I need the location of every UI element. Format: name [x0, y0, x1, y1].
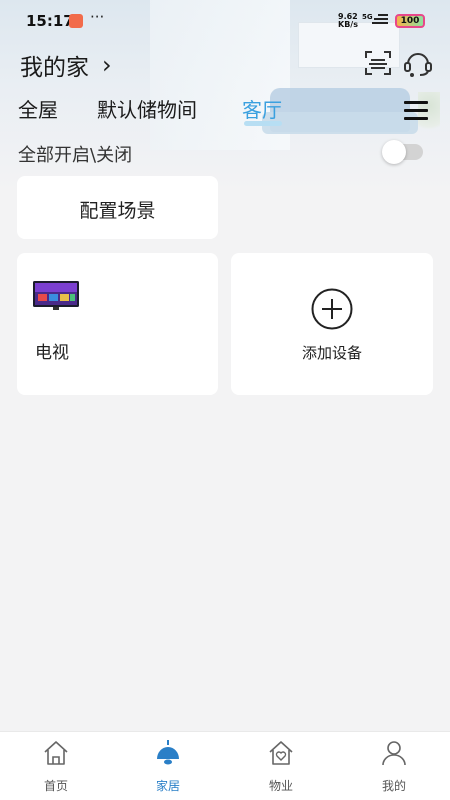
nav-profile-label: 我的: [381, 779, 406, 793]
more-notifications-icon: ···: [90, 8, 105, 26]
add-device-button[interactable]: 添加设备: [231, 253, 433, 395]
configure-scene-label: 配置场景: [79, 200, 156, 222]
tab-living-room[interactable]: 客厅: [242, 94, 282, 123]
tab-storage-room[interactable]: 默认储物间: [97, 94, 197, 123]
configure-scene-button[interactable]: 配置场景: [17, 176, 218, 239]
nav-profile[interactable]: 我的: [338, 732, 450, 800]
plus-circle-icon: [311, 288, 353, 330]
network-speed: 9.62 KB/s: [338, 13, 358, 29]
toggle-all-label: 全部开启\关闭: [18, 145, 133, 166]
nav-home-label: 首页: [43, 779, 68, 793]
status-bar: 15:17 ··· 9.62 KB/s 5G 100: [0, 0, 450, 42]
chevron-right-icon[interactable]: ›: [102, 51, 112, 79]
toggle-all-switch[interactable]: [382, 140, 423, 164]
nav-property[interactable]: 物业: [225, 732, 337, 800]
tv-icon: [33, 281, 79, 310]
status-time: 15:17: [26, 12, 74, 30]
house-heart-icon: [269, 741, 293, 765]
scan-icon[interactable]: [364, 50, 392, 76]
bottom-navigation: 首页 家居 物业 我的: [0, 731, 450, 800]
signal-icon: [372, 14, 388, 26]
customer-service-icon[interactable]: [403, 48, 433, 78]
user-icon: [382, 741, 406, 766]
add-device-label: 添加设备: [301, 344, 362, 362]
device-name: 电视: [35, 343, 69, 363]
tab-all-house[interactable]: 全屋: [18, 94, 58, 123]
nav-property-label: 物业: [268, 779, 293, 793]
lamp-icon: [157, 740, 179, 765]
home-icon: [44, 741, 68, 765]
nav-smart-home-label: 家居: [155, 779, 180, 793]
nav-smart-home[interactable]: 家居: [112, 732, 224, 800]
nav-home[interactable]: 首页: [0, 732, 112, 800]
network-speed-unit: KB/s: [338, 20, 358, 29]
battery-icon: 100: [395, 14, 425, 28]
home-name[interactable]: 我的家: [20, 48, 89, 82]
room-tabs: 全屋 默认储物间 客厅: [0, 94, 450, 130]
menu-icon[interactable]: [404, 101, 428, 121]
notification-app-icon: [69, 14, 83, 28]
device-card-tv[interactable]: 电视: [17, 253, 218, 395]
